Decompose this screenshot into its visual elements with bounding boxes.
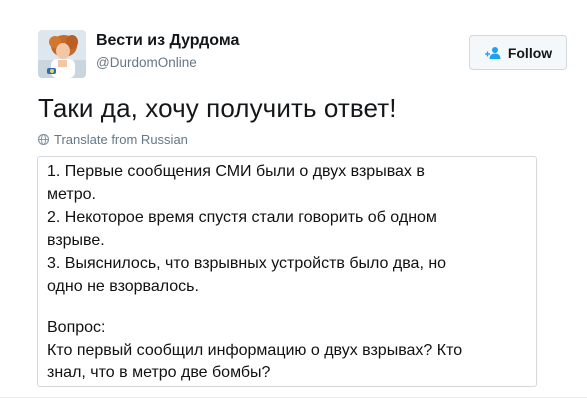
image-text-line: метро.	[47, 186, 96, 203]
avatar-photo-icon	[38, 30, 86, 78]
follow-button[interactable]: Follow	[469, 35, 567, 70]
display-name[interactable]: Вести из Дурдома	[96, 32, 239, 50]
translate-label: Translate from Russian	[54, 132, 188, 147]
attached-image-card[interactable]: 1. Первые сообщения СМИ были о двух взры…	[37, 156, 537, 387]
globe-icon	[38, 134, 49, 145]
tweet-text: Таки да, хочу получить ответ!	[38, 93, 397, 123]
image-text-line: 1. Первые сообщения СМИ были о двух взры…	[47, 163, 425, 180]
translate-link[interactable]: Translate from Russian	[38, 132, 188, 147]
divider	[0, 397, 587, 398]
tweet: Вести из Дурдома @DurdomOnline Follow Та…	[0, 0, 587, 402]
follow-label: Follow	[507, 44, 553, 61]
image-text-line: Вопрос:	[47, 319, 106, 336]
image-text-line: Кто первый сообщил информацию о двух взр…	[47, 342, 463, 359]
account-handle[interactable]: @DurdomOnline	[96, 55, 197, 70]
image-text-line: 2. Некоторое время спустя стали говорить…	[47, 209, 437, 226]
image-text-line: 3. Выяснилось, что взрывных устройств бы…	[47, 255, 447, 272]
image-text-line: взрыве.	[47, 232, 105, 249]
avatar[interactable]	[38, 30, 86, 78]
image-text-line: одно не взорвалось.	[47, 278, 199, 295]
image-text-line: знал, что в метро две бомбы?	[47, 364, 271, 381]
person-add-icon	[484, 46, 502, 60]
